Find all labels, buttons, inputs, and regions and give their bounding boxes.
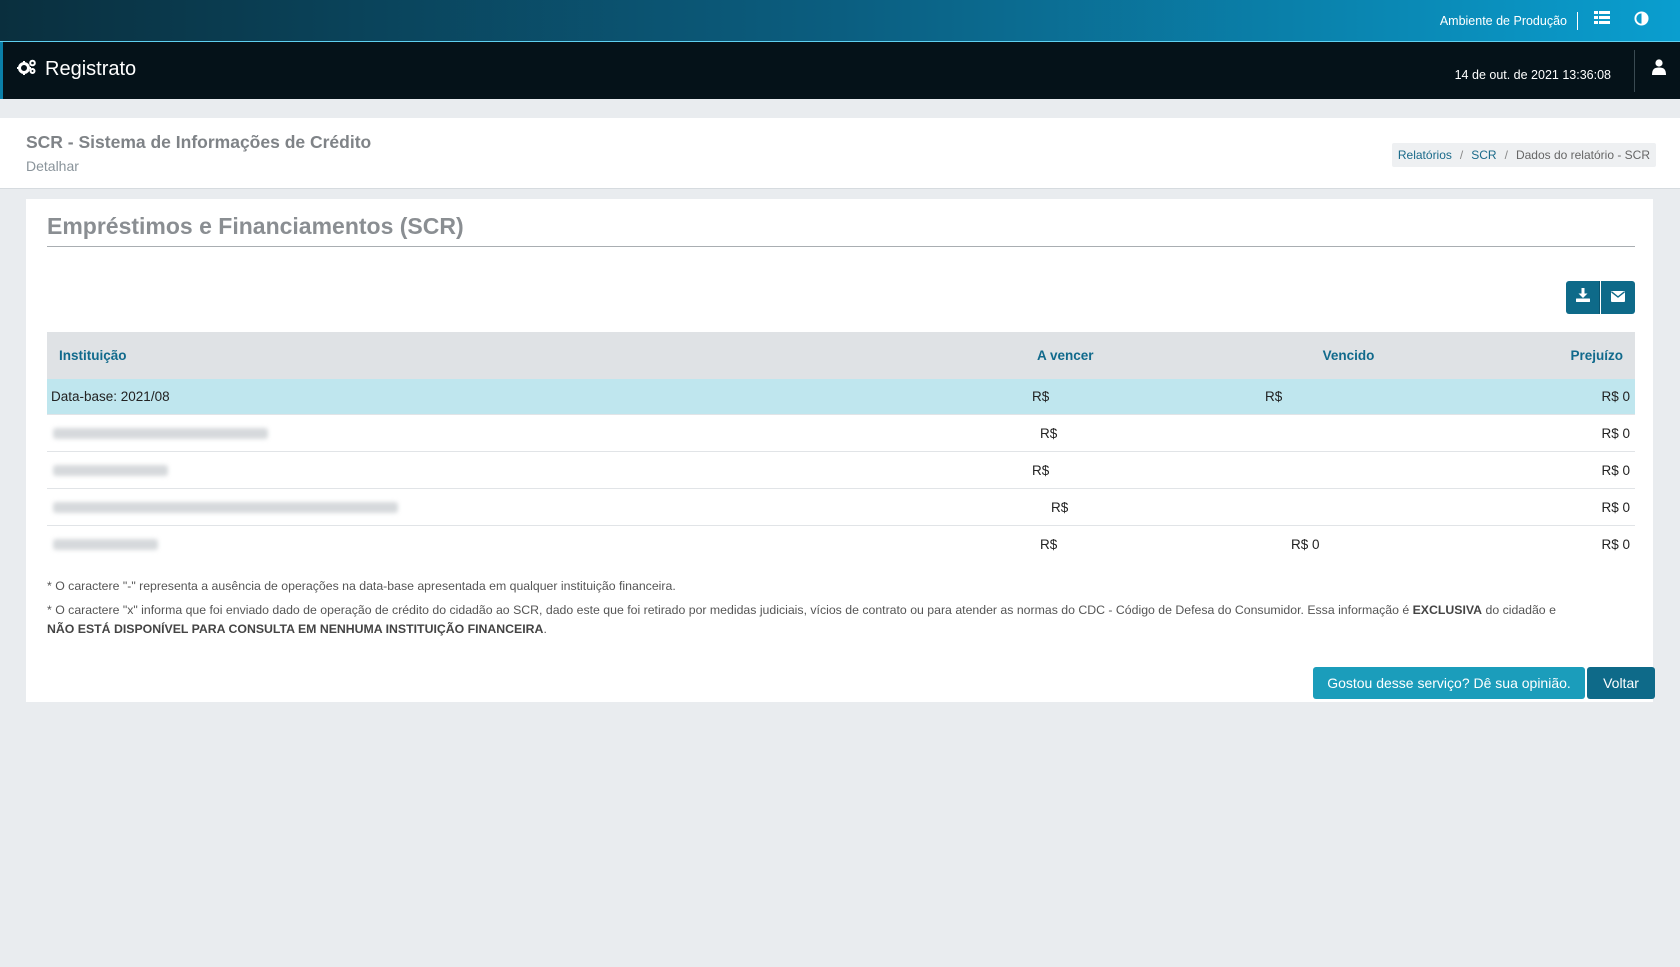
col-vencido[interactable]: Vencido bbox=[1249, 332, 1448, 379]
cell-vencido bbox=[1249, 414, 1448, 452]
data-base-row: Data-base: 2021/08 R$ R$ R$ 0 bbox=[47, 379, 1635, 415]
report-card: Empréstimos e Financiamentos (SCR) Insti… bbox=[26, 199, 1655, 702]
current-datetime: 14 de out. de 2021 13:36:08 bbox=[1454, 68, 1611, 82]
cell-prejuizo: R$ 0 bbox=[1448, 414, 1635, 452]
main-navbar: Registrato 14 de out. de 2021 13:36:08 bbox=[0, 42, 1680, 99]
table-row[interactable]: R$ R$ 0 bbox=[47, 414, 1635, 452]
table-header-row: Instituição A vencer Vencido Prejuízo bbox=[47, 332, 1635, 379]
footnote-dash: * O caractere "-" representa a ausência … bbox=[47, 579, 676, 593]
top-bar: Ambiente de Produção bbox=[0, 0, 1680, 42]
cell-a-vencer: R$ bbox=[1032, 525, 1249, 562]
cell-a-vencer: R$ bbox=[1032, 488, 1249, 526]
cell-vencido bbox=[1249, 451, 1448, 489]
redacted-text bbox=[53, 502, 398, 514]
list-icon[interactable] bbox=[1594, 11, 1614, 31]
user-icon[interactable] bbox=[1652, 59, 1666, 80]
gears-icon bbox=[17, 59, 37, 80]
download-icon bbox=[1575, 288, 1590, 307]
value: R$ bbox=[1040, 536, 1058, 552]
breadcrumb-separator: / bbox=[1459, 148, 1464, 162]
col-instituicao[interactable]: Instituição bbox=[47, 332, 1032, 379]
footnote-emphasis: NÃO ESTÁ DISPONÍVEL PARA CONSULTA EM NEN… bbox=[47, 622, 544, 636]
value: R$ bbox=[1032, 462, 1050, 478]
institution-name-redacted bbox=[47, 451, 1032, 489]
footnote-text: do cidadão e bbox=[1482, 603, 1556, 617]
scr-table: Instituição A vencer Vencido Prejuízo Da… bbox=[47, 332, 1635, 562]
page-title: SCR - Sistema de Informações de Crédito bbox=[26, 132, 372, 152]
value: R$ bbox=[1265, 389, 1283, 404]
breadcrumb-separator: / bbox=[1504, 148, 1508, 162]
cell-vencido: R$ 0 bbox=[1249, 525, 1448, 562]
breadcrumb-current: Dados do relatório - SCR bbox=[1515, 148, 1650, 162]
footnote-emphasis: EXCLUSIVA bbox=[1412, 603, 1483, 617]
value: R$ bbox=[1040, 425, 1058, 441]
table-row[interactable]: R$ R$ 0 bbox=[47, 451, 1635, 489]
card-title: Empréstimos e Financiamentos (SCR) bbox=[47, 213, 464, 239]
value: R$ bbox=[1032, 389, 1050, 404]
institution-name-redacted bbox=[47, 488, 1032, 526]
table-row[interactable]: R$ R$ 0 R$ 0 bbox=[47, 525, 1635, 562]
col-prejuizo[interactable]: Prejuízo bbox=[1448, 332, 1635, 379]
cell-prejuizo: R$ 0 bbox=[1448, 488, 1635, 526]
col-a-vencer[interactable]: A vencer bbox=[1032, 332, 1249, 379]
breadcrumb-relatorios[interactable]: Relatórios bbox=[1398, 148, 1452, 162]
title-divider bbox=[47, 246, 1635, 247]
cell-prejuizo: R$ 0 bbox=[1448, 525, 1635, 562]
footnote-text: * O caractere "x" informa que foi enviad… bbox=[47, 603, 1413, 617]
navbar-accent-strip bbox=[0, 42, 3, 99]
cell-prejuizo: R$ 0 bbox=[1448, 379, 1635, 415]
institution-name-redacted bbox=[47, 525, 1032, 562]
footnote-x: * O caractere "x" informa que foi enviad… bbox=[47, 601, 1637, 639]
page-header: SCR - Sistema de Informações de Crédito … bbox=[0, 118, 1680, 189]
table-row[interactable]: R$ R$ 0 bbox=[47, 488, 1635, 526]
redacted-text bbox=[53, 428, 268, 440]
navbar-divider bbox=[1634, 50, 1635, 92]
cell-a-vencer: R$ bbox=[1032, 451, 1249, 489]
contrast-icon[interactable] bbox=[1634, 11, 1654, 31]
brand-name: Registrato bbox=[45, 58, 137, 80]
footnotes: * O caractere "-" representa a ausência … bbox=[47, 577, 1637, 644]
cell-a-vencer: R$ bbox=[1032, 379, 1249, 415]
institution-name-redacted bbox=[47, 414, 1032, 452]
page-subtitle: Detalhar bbox=[26, 158, 79, 174]
email-button[interactable] bbox=[1601, 281, 1635, 314]
breadcrumb: Relatórios / SCR / Dados do relatório - … bbox=[1391, 143, 1656, 167]
feedback-button[interactable]: Gostou desse serviço? Dê sua opinião. bbox=[1313, 667, 1585, 699]
brand[interactable]: Registrato bbox=[17, 58, 136, 81]
footnote-text: . bbox=[543, 622, 547, 636]
back-button[interactable]: Voltar bbox=[1587, 667, 1655, 699]
cell-vencido: R$ bbox=[1249, 379, 1448, 415]
cell-prejuizo: R$ 0 bbox=[1448, 451, 1635, 489]
redacted-text bbox=[53, 465, 168, 477]
data-base-label: Data-base: 2021/08 bbox=[47, 379, 1032, 415]
value: R$ 0 bbox=[1291, 536, 1320, 552]
breadcrumb-scr[interactable]: SCR bbox=[1471, 148, 1496, 162]
redacted-text bbox=[53, 539, 158, 551]
value: R$ bbox=[1051, 499, 1069, 515]
cell-a-vencer: R$ bbox=[1032, 414, 1249, 452]
download-button[interactable] bbox=[1566, 281, 1600, 314]
cell-vencido bbox=[1249, 488, 1448, 526]
environment-label: Ambiente de Produção bbox=[1440, 12, 1578, 30]
envelope-icon bbox=[1611, 289, 1625, 307]
